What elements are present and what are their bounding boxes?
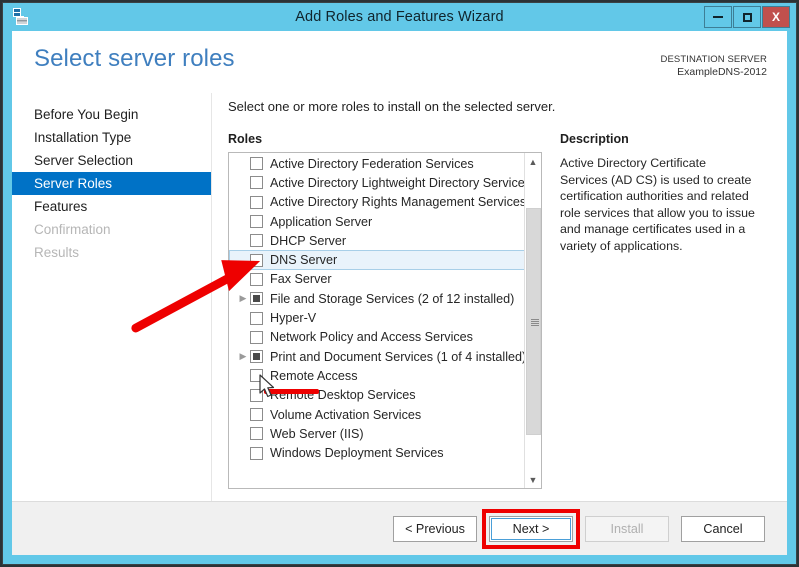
role-row[interactable]: Active Directory Federation Services [229,154,525,173]
role-row[interactable]: Network Policy and Access Services [229,328,525,347]
scroll-up-arrow-icon[interactable]: ▲ [525,153,541,170]
destination-server-label: DESTINATION SERVER [660,54,767,65]
role-label: Hyper-V [270,311,317,326]
next-button-wrapper: Next > [482,508,580,549]
role-label: Active Directory Rights Management Servi… [270,195,527,210]
content-area: Before You Begin Installation Type Server … [12,93,787,501]
wizard-footer: < Previous Next > Install Cancel [12,501,787,555]
page-title: Select server roles [34,45,235,72]
role-row[interactable]: ▶ File and Storage Services (2 of 12 inst… [229,289,525,308]
role-label: Remote Desktop Services [270,388,416,403]
instruction-text: Select one or more roles to install on t… [228,99,556,114]
window-title: Add Roles and Features Wizard [295,9,504,25]
role-label: DHCP Server [270,233,347,248]
checkbox-icon[interactable] [250,157,263,171]
role-row[interactable]: DHCP Server [229,231,525,250]
maximize-icon [742,12,752,22]
role-row[interactable]: Remote Desktop Services [229,386,525,405]
role-label: Print and Document Services (1 of 4 inst… [270,349,527,364]
expand-triangle-icon[interactable]: ▶ [236,351,250,362]
role-row[interactable]: Application Server [229,212,525,231]
role-row[interactable]: Active Directory Lightweight Directory S… [229,173,531,192]
role-label: Web Server (IIS) [270,426,364,441]
scrollbar-thumb[interactable] [526,208,541,435]
role-label: Volume Activation Services [270,407,422,422]
expand-triangle-icon[interactable]: ▶ [236,293,250,304]
role-label: Network Policy and Access Services [270,330,473,345]
role-row[interactable]: Windows Deployment Services [229,443,525,462]
roles-list: Active Directory Federation Services Acti… [229,154,531,463]
role-row[interactable]: ▶ Print and Document Services (1 of 4 ins… [229,347,527,366]
checkbox-icon[interactable] [250,330,263,344]
role-label: File and Storage Services (2 of 12 insta… [270,291,515,306]
wizard-panel: Select server roles DESTINATION SERVER E… [12,31,787,555]
sidebar-item-installation-type[interactable]: Installation Type [12,126,211,149]
checkbox-icon[interactable] [250,311,263,325]
role-label: Windows Deployment Services [270,446,444,461]
role-row[interactable]: Fax Server [229,270,525,289]
role-label: Remote Access [270,368,358,383]
roles-column: Roles Active Directory Federation Servic… [228,132,542,501]
scrollbar-grip-icon [531,319,539,326]
next-button[interactable]: Next > [489,515,573,542]
install-button: Install [585,515,669,542]
role-row[interactable]: Volume Activation Services [229,405,525,424]
role-row[interactable]: Remote Access [229,366,525,385]
previous-button[interactable]: < Previous [393,515,477,542]
window-controls: X [704,6,790,28]
columns: Roles Active Directory Federation Servic… [228,132,787,501]
role-label: Active Directory Lightweight Directory S… [270,175,532,190]
checkbox-icon[interactable] [250,388,263,402]
roles-listbox[interactable]: Active Directory Federation Services Acti… [228,152,542,489]
sidebar-item-confirmation: Confirmation [34,222,111,237]
role-label: Fax Server [270,272,332,287]
checkbox-icon[interactable] [250,253,263,267]
checkbox-icon[interactable] [250,272,263,286]
checkbox-icon[interactable] [250,195,263,209]
role-label: Active Directory Federation Services [270,156,474,171]
role-label: DNS Server [270,253,338,268]
checkbox-icon[interactable] [250,176,263,190]
page-header: Select server roles DESTINATION SERVER E… [12,31,787,93]
roles-heading: Roles [228,132,263,146]
close-button[interactable]: X [762,6,790,28]
sidebar-item-features[interactable]: Features [12,195,211,218]
wizard-navigation: Before You Begin Installation Type Server … [12,93,212,501]
destination-server: DESTINATION SERVER ExampleDNS-2012 [661,53,768,79]
checkbox-icon[interactable] [250,369,263,383]
checkbox-icon[interactable] [250,215,263,229]
role-row[interactable]: DNS Server [229,250,525,270]
sidebar-item-before-you-begin[interactable]: Before You Begin [12,103,211,126]
role-row[interactable]: Web Server (IIS) [229,424,525,443]
sidebar-item-server-selection[interactable]: Server Selection [12,149,211,172]
sidebar-item-results: Results [34,245,80,260]
minimize-button[interactable] [704,6,732,28]
scroll-down-arrow-icon[interactable]: ▼ [525,471,541,488]
title-bar: Add Roles and Features Wizard X [3,3,796,31]
description-heading: Description [560,132,629,146]
sidebar-item-server-roles[interactable]: Server Roles [12,172,211,195]
minimize-icon [713,16,723,18]
checkbox-icon[interactable] [250,408,263,421]
maximize-button[interactable] [733,6,761,28]
checkbox-icon[interactable] [250,446,263,460]
checkbox-icon[interactable] [250,234,263,248]
description-text: Active Directory Certificate Services (A… [560,156,755,253]
checkbox-icon[interactable] [250,350,263,364]
role-row[interactable]: Active Directory Rights Management Servi… [229,193,527,212]
role-row[interactable]: Hyper-V [229,308,525,327]
destination-server-name: ExampleDNS-2012 [677,66,767,78]
cancel-button[interactable]: Cancel [681,515,765,542]
wizard-window: Add Roles and Features Wizard X Select s… [2,2,797,565]
role-label: Application Server [270,214,373,229]
main-column: Select one or more roles to install on t… [212,93,787,501]
server-wizard-icon [13,8,28,25]
roles-scrollbar[interactable]: ▲ ▼ [524,153,541,488]
checkbox-icon[interactable] [250,292,263,306]
checkbox-icon[interactable] [250,427,263,441]
description-column: Description Active Directory Certificate… [542,132,787,501]
